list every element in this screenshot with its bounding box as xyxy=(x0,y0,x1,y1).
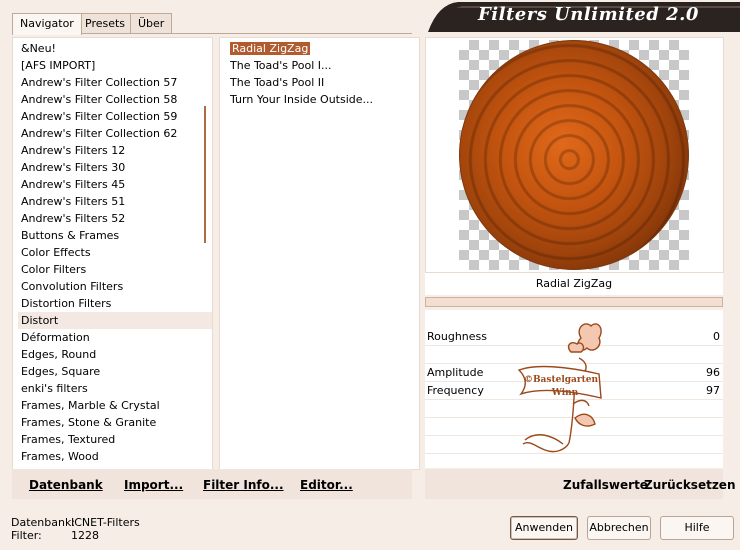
category-item[interactable]: Andrew's Filters 12 xyxy=(18,142,212,159)
filter-list[interactable]: Radial ZigZag The Toad's Pool I... The Toa… xyxy=(220,38,419,108)
status-db-value: ICNET-Filters xyxy=(71,516,140,529)
filter-item-label: The Toad's Pool I... xyxy=(230,59,332,72)
watermark-line-1: ©Bastelgarten xyxy=(524,375,599,385)
status-db-label: Datenbank: xyxy=(11,516,76,529)
category-item[interactable]: Andrew's Filters 52 xyxy=(18,210,212,227)
status-database: Datenbank: ICNET-Filters xyxy=(11,516,140,529)
filter-item-label: The Toad's Pool II xyxy=(230,76,325,89)
category-item[interactable]: Edges, Round xyxy=(18,346,212,363)
category-item[interactable]: Frames, Marble & Crystal xyxy=(18,397,212,414)
watermark-line-2: Winn xyxy=(551,388,579,398)
tab-presets[interactable]: Presets xyxy=(77,13,134,34)
category-item[interactable]: &Neu! xyxy=(18,40,212,57)
filter-item[interactable]: The Toad's Pool I... xyxy=(226,57,419,74)
filter-info-button[interactable]: Filter Info... xyxy=(203,478,284,492)
editor-button[interactable]: Editor... xyxy=(300,478,353,492)
category-item[interactable]: Buttons & Frames xyxy=(18,227,212,244)
category-item[interactable]: Andrew's Filter Collection 59 xyxy=(18,108,212,125)
status-filter-value: 1228 xyxy=(71,529,99,542)
tab-ueber[interactable]: Über xyxy=(130,13,173,34)
category-item[interactable]: Déformation xyxy=(18,329,212,346)
category-item[interactable]: Frames, Stone & Granite xyxy=(18,414,212,431)
database-button[interactable]: Datenbank xyxy=(29,478,103,492)
filter-item[interactable]: Radial ZigZag xyxy=(226,40,419,57)
category-item[interactable]: Convolution Filters xyxy=(18,278,212,295)
category-item[interactable]: Color Effects xyxy=(18,244,212,261)
category-item[interactable]: Color Filters xyxy=(18,261,212,278)
category-item[interactable]: Frames, Wood xyxy=(18,448,212,465)
category-list[interactable]: &Neu! [AFS IMPORT] Andrew's Filter Collect… xyxy=(13,38,212,469)
filter-item[interactable]: Turn Your Inside Outside... xyxy=(226,91,419,108)
category-item[interactable]: Andrew's Filters 45 xyxy=(18,176,212,193)
category-item[interactable]: enki's filters xyxy=(18,380,212,397)
category-scrollbar[interactable] xyxy=(204,106,206,243)
app-title: Filters Unlimited 2.0 xyxy=(478,4,699,25)
preview-filter-label: Radial ZigZag xyxy=(425,273,723,295)
category-item[interactable]: Distortion Filters xyxy=(18,295,212,312)
param-value: 0 xyxy=(713,330,720,343)
param-value: 97 xyxy=(706,384,720,397)
watermark-logo: ©Bastelgarten Winn xyxy=(517,323,602,453)
param-label: Amplitude xyxy=(427,366,484,379)
preview-image xyxy=(459,40,689,270)
status-filter: Filter: 1228 xyxy=(11,529,99,542)
category-item[interactable]: Andrew's Filter Collection 58 xyxy=(18,91,212,108)
status-filter-label: Filter: xyxy=(11,529,42,542)
category-item[interactable]: Andrew's Filter Collection 57 xyxy=(18,74,212,91)
apply-button[interactable]: Anwenden xyxy=(510,516,578,540)
param-label: Roughness xyxy=(427,330,488,343)
category-item[interactable]: Edges, Square xyxy=(18,363,212,380)
category-item[interactable]: [AFS IMPORT] xyxy=(18,57,212,74)
filter-item-label: Radial ZigZag xyxy=(230,42,311,55)
reset-button[interactable]: Zurücksetzen xyxy=(644,478,735,492)
filter-item[interactable]: The Toad's Pool II xyxy=(226,74,419,91)
randomize-button[interactable]: Zufallswerte xyxy=(563,478,648,492)
filter-item-label: Turn Your Inside Outside... xyxy=(230,93,374,106)
category-item[interactable]: Andrew's Filters 51 xyxy=(18,193,212,210)
category-panel: &Neu! [AFS IMPORT] Andrew's Filter Collect… xyxy=(12,37,213,470)
help-button[interactable]: Hilfe xyxy=(660,516,734,540)
cancel-button[interactable]: Abbrechen xyxy=(587,516,651,540)
category-item[interactable]: Andrew's Filters 30 xyxy=(18,159,212,176)
progress-bar xyxy=(425,297,723,307)
tab-navigator[interactable]: Navigator xyxy=(12,13,82,35)
param-label: Frequency xyxy=(427,384,484,397)
category-item[interactable]: Frames, Textured xyxy=(18,431,212,448)
import-button[interactable]: Import... xyxy=(124,478,183,492)
category-item[interactable]: Distort xyxy=(18,312,212,329)
category-item[interactable]: Andrew's Filter Collection 62 xyxy=(18,125,212,142)
param-value: 96 xyxy=(706,366,720,379)
filter-panel: Radial ZigZag The Toad's Pool I... The Toa… xyxy=(219,37,420,470)
